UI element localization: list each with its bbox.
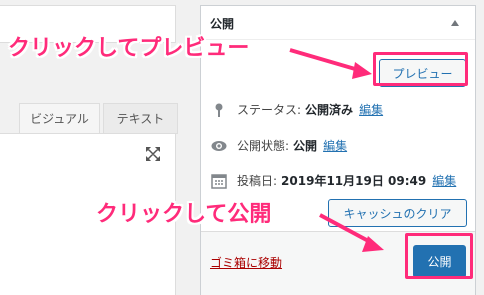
visibility-edit-link[interactable]: 編集 <box>323 137 347 154</box>
visibility-value: 公開 <box>293 139 318 153</box>
pin-icon <box>215 103 223 117</box>
calendar-icon <box>211 173 227 189</box>
date-value: 2019年11月19日 09:49 <box>281 174 427 188</box>
annotation-publish-note: クリックして公開 <box>96 202 272 227</box>
visibility-row: 公開状態: 公開 編集 <box>211 137 347 154</box>
highlight-box-preview <box>373 52 468 86</box>
eye-icon <box>211 140 227 151</box>
visibility-label: 公開状態: <box>237 139 290 153</box>
date-row: 投稿日: 2019年11月19日 09:49 編集 <box>211 172 456 189</box>
move-to-trash-link[interactable]: ゴミ箱に移動 <box>210 254 282 271</box>
status-edit-link[interactable]: 編集 <box>359 101 383 118</box>
clear-cache-button[interactable]: キャッシュのクリア <box>328 199 467 227</box>
highlight-box-publish <box>405 233 473 279</box>
status-value: 公開済み <box>305 103 354 117</box>
annotation-preview-note: クリックしてプレビュー <box>8 36 250 61</box>
collapse-toggle-icon[interactable] <box>451 20 459 26</box>
tab-text[interactable]: テキスト <box>103 103 178 134</box>
date-edit-link[interactable]: 編集 <box>432 172 456 189</box>
fullscreen-icon[interactable] <box>146 147 160 161</box>
tab-visual[interactable]: ビジュアル <box>19 103 100 134</box>
status-label: ステータス: <box>237 103 302 117</box>
status-row: ステータス: 公開済み 編集 <box>211 101 383 118</box>
date-label: 投稿日: <box>237 174 278 188</box>
